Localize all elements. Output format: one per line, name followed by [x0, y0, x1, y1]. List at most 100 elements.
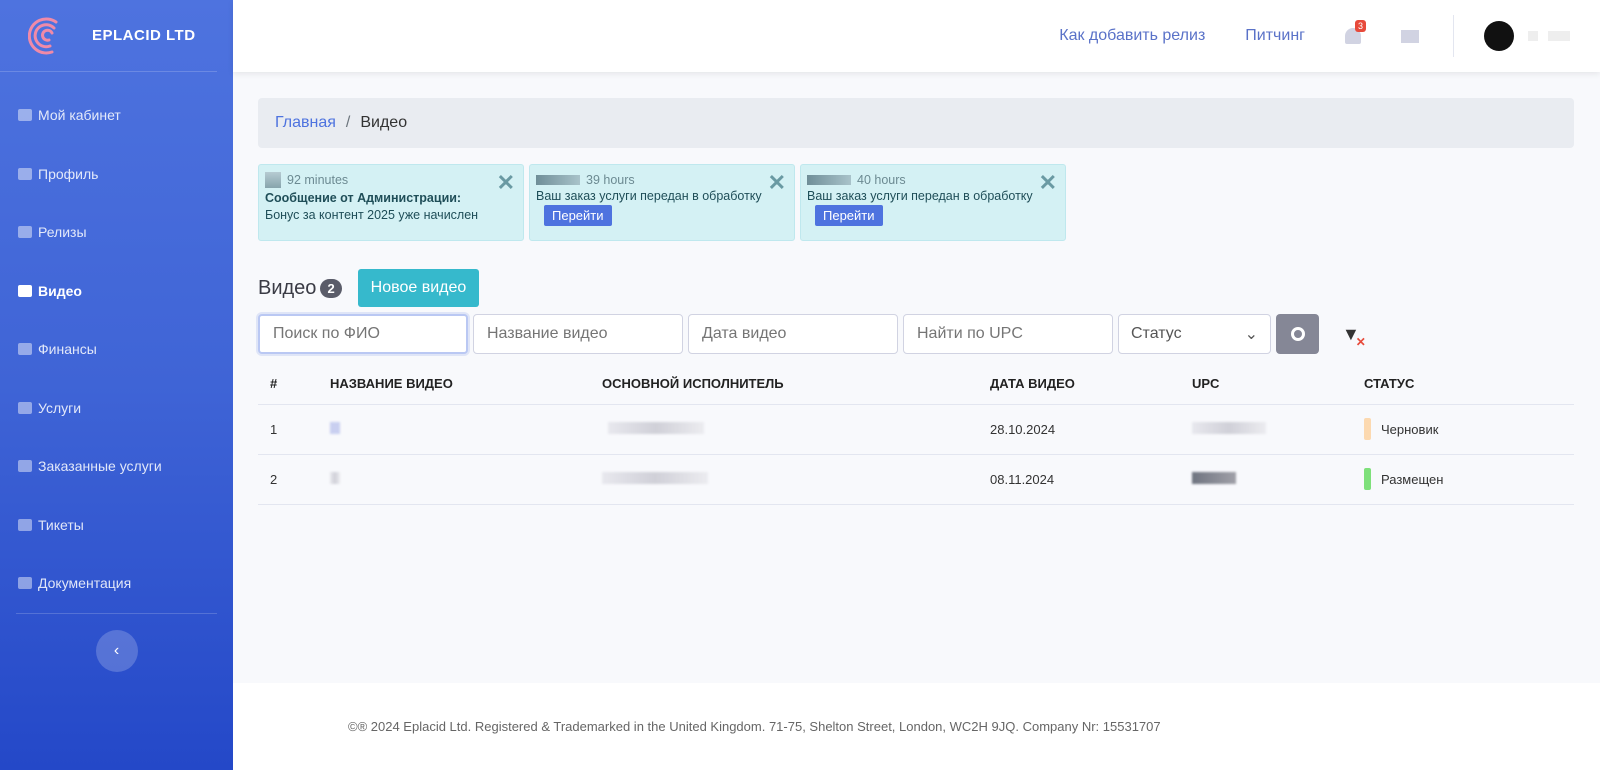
cube-icon	[18, 109, 32, 122]
sidebar-item-ordered-services[interactable]: Заказанные услуги	[0, 437, 233, 496]
breadcrumb: Главная / Видео	[258, 98, 1574, 148]
search-button[interactable]	[1276, 314, 1319, 354]
brand-name: EPLACID LTD	[92, 27, 196, 44]
row-number: 1	[258, 404, 318, 455]
toast-time: 39 hours	[586, 173, 635, 187]
video-name-input[interactable]	[473, 314, 683, 354]
column-header: СТАТУС	[1352, 364, 1574, 405]
column-header: ОСНОВНОЙ ИСПОЛНИТЕЛЬ	[590, 364, 978, 405]
video-name-redacted[interactable]	[330, 471, 340, 484]
video-date-input[interactable]	[688, 314, 898, 354]
upc-redacted	[1192, 421, 1266, 434]
table-row[interactable]: 1 28.10.2024 Черновик	[258, 404, 1574, 455]
status-label: Черновик	[1381, 421, 1439, 437]
cube-icon	[18, 401, 32, 414]
sidebar-item-docs[interactable]: Документация	[0, 554, 233, 613]
new-video-button[interactable]: Новое видео	[357, 269, 480, 307]
user-name-redacted[interactable]	[1528, 31, 1538, 41]
breadcrumb-current: Видео	[360, 114, 408, 131]
topbar: Как добавить релиз Питчинг 3	[233, 0, 1600, 72]
sidebar-item-label: Видео	[38, 282, 82, 299]
sidebar-item-profile[interactable]: Профиль	[0, 145, 233, 204]
cube-icon	[18, 460, 32, 473]
sidebar-item-releases[interactable]: Релизы	[0, 203, 233, 262]
close-icon[interactable]: ✕	[1039, 170, 1057, 196]
logo-icon	[28, 16, 58, 54]
envelope-icon[interactable]	[1401, 29, 1419, 43]
sidebar-collapse-button[interactable]: ‹	[95, 629, 138, 672]
artist-redacted	[602, 471, 708, 484]
brand[interactable]: EPLACID LTD	[0, 0, 217, 72]
status-indicator	[1364, 468, 1371, 490]
sidebar-item-cabinet[interactable]: Мой кабинет	[0, 86, 233, 145]
topbar-divider	[1453, 15, 1454, 57]
sidebar-divider	[16, 612, 217, 614]
breadcrumb-separator: /	[345, 114, 351, 131]
sidebar-item-label: Услуги	[38, 399, 82, 416]
chevron-down-icon: ⌄	[1244, 326, 1258, 343]
toast-text: Ваш заказ услуги передан в обработку	[807, 189, 1033, 203]
video-date: 08.11.2024	[978, 454, 1180, 505]
upc-input[interactable]	[903, 314, 1113, 354]
user-name-redacted[interactable]	[1548, 31, 1570, 41]
sender-avatar	[536, 175, 580, 185]
status-select-value: Статус	[1131, 325, 1182, 342]
envelope-icon	[18, 518, 32, 531]
notification-toast: 40 hours ✕ Ваш заказ услуги передан в об…	[800, 164, 1066, 241]
column-header: ДАТА ВИДЕО	[978, 364, 1180, 405]
video-table: # НАЗВАНИЕ ВИДЕО ОСНОВНОЙ ИСПОЛНИТЕЛЬ ДА…	[258, 364, 1574, 505]
toast-time: 40 hours	[857, 173, 906, 187]
toast-title: Сообщение от Администрации:	[265, 191, 462, 205]
sidebar-item-finance[interactable]: Финансы	[0, 320, 233, 379]
upc-redacted	[1192, 471, 1236, 484]
pitching-link[interactable]: Питчинг	[1245, 27, 1305, 45]
sender-avatar	[265, 172, 281, 188]
search-fio-input[interactable]	[258, 314, 468, 354]
footer-text: ©® 2024 Eplacid Ltd. Registered & Tradem…	[348, 719, 1161, 734]
chevron-left-icon: ‹	[113, 641, 120, 659]
page-title: Видео	[258, 276, 317, 299]
footer: ©® 2024 Eplacid Ltd. Registered & Tradem…	[233, 683, 1600, 770]
video-date: 28.10.2024	[978, 404, 1180, 455]
sidebar-item-label: Профиль	[38, 165, 99, 182]
sidebar-item-label: Заказанные услуги	[38, 458, 162, 475]
sidebar-item-tickets[interactable]: Тикеты	[0, 496, 233, 555]
headphones-icon	[18, 226, 32, 239]
money-icon	[18, 343, 32, 356]
video-icon	[18, 284, 32, 297]
sidebar-item-video[interactable]: Видео	[0, 262, 233, 321]
sidebar-item-services[interactable]: Услуги	[0, 379, 233, 438]
how-to-add-release-link[interactable]: Как добавить релиз	[1059, 27, 1205, 45]
search-icon	[1290, 327, 1305, 341]
row-number: 2	[258, 454, 318, 505]
breadcrumb-home[interactable]: Главная	[275, 114, 336, 132]
go-button[interactable]: Перейти	[544, 205, 612, 226]
notification-toast: 92 minutes ✕ Сообщение от Администрации:…	[258, 164, 524, 241]
sidebar-item-label: Релизы	[38, 224, 87, 241]
column-header: #	[258, 364, 318, 405]
sidebar-item-label: Документация	[38, 575, 132, 592]
user-cog-icon	[18, 167, 32, 180]
column-header: UPC	[1180, 364, 1352, 405]
notification-count: 3	[1355, 20, 1367, 32]
briefcase-icon	[18, 577, 32, 590]
clear-filter-icon[interactable]: ▼ ✕	[1342, 324, 1366, 349]
go-button[interactable]: Перейти	[815, 205, 883, 226]
column-header: НАЗВАНИЕ ВИДЕО	[318, 364, 590, 405]
video-name-redacted[interactable]	[330, 421, 340, 434]
toast-text: Ваш заказ услуги передан в обработку	[536, 189, 762, 203]
sender-avatar	[807, 175, 851, 185]
close-icon[interactable]: ✕	[497, 170, 515, 196]
notification-toast: 39 hours ✕ Ваш заказ услуги передан в об…	[529, 164, 795, 241]
table-row[interactable]: 2 08.11.2024 Размещен	[258, 454, 1574, 505]
sidebar-item-label: Мой кабинет	[38, 107, 121, 124]
artist-redacted	[608, 421, 704, 434]
avatar[interactable]	[1484, 21, 1514, 51]
bell-icon[interactable]: 3	[1345, 20, 1367, 44]
sidebar-item-label: Финансы	[38, 341, 97, 358]
status-select[interactable]: Статус ⌄	[1118, 314, 1271, 354]
toast-text: Бонус за контент 2025 уже начислен	[265, 208, 479, 222]
toast-time: 92 minutes	[287, 173, 349, 187]
status-label: Размещен	[1381, 471, 1444, 487]
close-icon[interactable]: ✕	[768, 170, 786, 196]
